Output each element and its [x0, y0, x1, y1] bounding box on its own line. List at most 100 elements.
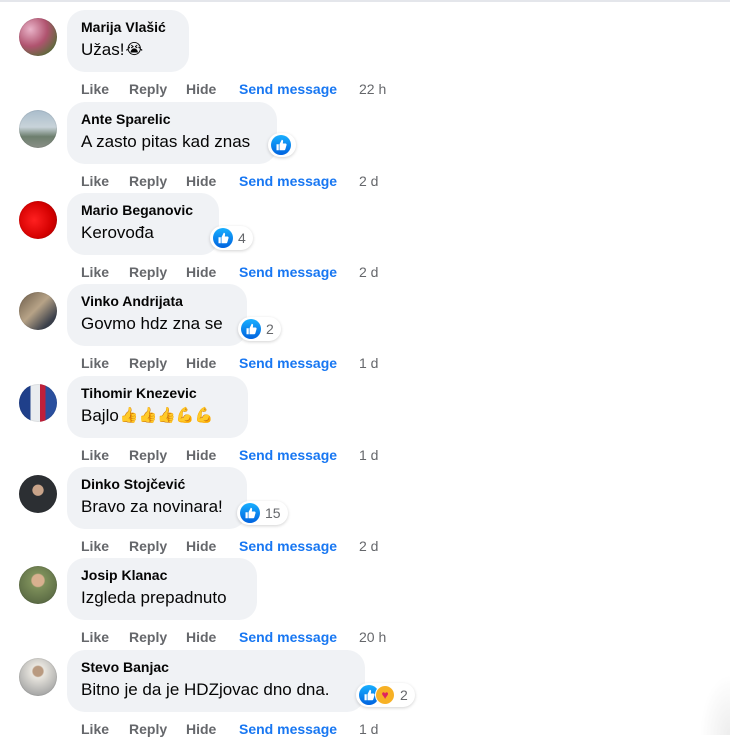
comment-text: Bitno je da je HDZjovac dno dna.	[81, 680, 330, 699]
reaction-count: 2	[400, 687, 408, 703]
comment-text: A zasto pitas kad znas	[81, 132, 251, 151]
comment: Josip Klanac Izgleda prepadnuto Like Rep…	[0, 556, 730, 647]
send-message-button[interactable]: Send message	[239, 629, 359, 645]
care-reaction-icon: ♥	[375, 685, 395, 705]
comment-author[interactable]: Ante Sparelic	[81, 110, 263, 128]
comment-author[interactable]: Mario Beganovic	[81, 201, 205, 219]
avatar[interactable]	[19, 475, 57, 513]
avatar[interactable]	[19, 18, 57, 56]
hide-button[interactable]: Hide	[186, 355, 239, 371]
comment-bubble: Josip Klanac Izgleda prepadnuto	[67, 558, 257, 620]
hide-button[interactable]: Hide	[186, 629, 239, 645]
avatar[interactable]	[19, 110, 57, 148]
reaction-summary[interactable]: 4	[210, 226, 253, 250]
comment-timestamp[interactable]: 2 d	[359, 538, 378, 554]
comment-timestamp[interactable]: 2 d	[359, 264, 378, 280]
comment-timestamp[interactable]: 1 d	[359, 447, 378, 463]
comment-actions: Like Reply Hide Send message 1 d	[81, 447, 378, 463]
like-button[interactable]: Like	[81, 264, 129, 280]
comment-actions: Like Reply Hide Send message 2 d	[81, 173, 378, 189]
avatar[interactable]	[19, 658, 57, 696]
like-button[interactable]: Like	[81, 447, 129, 463]
comment-actions: Like Reply Hide Send message 2 d	[81, 264, 378, 280]
reaction-summary[interactable]: ♥ 2	[356, 683, 415, 707]
comment-bubble: Tihomir Knezevic Bajlo 👍👍👍💪💪	[67, 376, 248, 438]
comment-author[interactable]: Tihomir Knezevic	[81, 384, 234, 402]
like-reaction-icon	[241, 319, 261, 339]
reaction-summary[interactable]: 15	[237, 501, 288, 525]
comment: Tihomir Knezevic Bajlo 👍👍👍💪💪 Like Reply H…	[0, 374, 730, 465]
comment-author[interactable]: Stevo Banjac	[81, 658, 351, 676]
send-message-button[interactable]: Send message	[239, 81, 359, 97]
reply-button[interactable]: Reply	[129, 355, 186, 371]
comment-bubble: Stevo Banjac Bitno je da je HDZjovac dno…	[67, 650, 365, 712]
like-button[interactable]: Like	[81, 629, 129, 645]
comment-timestamp[interactable]: 20 h	[359, 629, 386, 645]
reply-button[interactable]: Reply	[129, 538, 186, 554]
top-divider	[0, 0, 730, 2]
comment-bubble: Marija Vlašić Užas! 😭	[67, 10, 189, 72]
comment: Ante Sparelic A zasto pitas kad znas Lik…	[0, 100, 730, 191]
send-message-button[interactable]: Send message	[239, 538, 359, 554]
comment-actions: Like Reply Hide Send message 22 h	[81, 81, 386, 97]
scroll-shadow	[700, 675, 730, 735]
hide-button[interactable]: Hide	[186, 264, 239, 280]
comment: Vinko Andrijata Govmo hdz zna se 2 Like …	[0, 282, 730, 373]
send-message-button[interactable]: Send message	[239, 173, 359, 189]
avatar[interactable]	[19, 292, 57, 330]
comment-author[interactable]: Marija Vlašić	[81, 18, 175, 36]
comment-text: Izgleda prepadnuto	[81, 588, 227, 607]
comment-bubble: Ante Sparelic A zasto pitas kad znas	[67, 102, 277, 164]
comment-text: Bravo za novinara!	[81, 497, 223, 516]
like-button[interactable]: Like	[81, 81, 129, 97]
avatar[interactable]	[19, 201, 57, 239]
comment-timestamp[interactable]: 1 d	[359, 355, 378, 371]
like-button[interactable]: Like	[81, 355, 129, 371]
avatar[interactable]	[19, 566, 57, 604]
comment-bubble: Vinko Andrijata Govmo hdz zna se	[67, 284, 247, 346]
comment: Marija Vlašić Užas! 😭 Like Reply Hide Sen…	[0, 8, 730, 99]
crying-emoji-icon: 😭	[125, 41, 143, 58]
like-button[interactable]: Like	[81, 538, 129, 554]
comment-timestamp[interactable]: 2 d	[359, 173, 378, 189]
comment-bubble: Mario Beganovic Kerovođa	[67, 193, 219, 255]
reply-button[interactable]: Reply	[129, 264, 186, 280]
comment-text: Bajlo 👍👍👍💪💪	[81, 404, 234, 428]
avatar[interactable]	[19, 384, 57, 422]
reply-button[interactable]: Reply	[129, 81, 186, 97]
reaction-count: 4	[238, 230, 246, 246]
comment-author[interactable]: Dinko Stojčević	[81, 475, 233, 493]
comment-author[interactable]: Vinko Andrijata	[81, 292, 233, 310]
reply-button[interactable]: Reply	[129, 447, 186, 463]
comment: Dinko Stojčević Bravo za novinara! 15 Li…	[0, 465, 730, 556]
send-message-button[interactable]: Send message	[239, 355, 359, 371]
comment: Stevo Banjac Bitno je da je HDZjovac dno…	[0, 648, 730, 739]
reply-button[interactable]: Reply	[129, 173, 186, 189]
hide-button[interactable]: Hide	[186, 173, 239, 189]
thumbs-up-and-muscle-emoji-icon: 👍👍👍💪💪	[119, 407, 214, 424]
comment-actions: Like Reply Hide Send message 20 h	[81, 629, 386, 645]
like-reaction-icon	[240, 503, 260, 523]
comment-actions: Like Reply Hide Send message 1 d	[81, 355, 378, 371]
reaction-count: 15	[265, 505, 281, 521]
reaction-summary[interactable]: 2	[238, 317, 281, 341]
reply-button[interactable]: Reply	[129, 629, 186, 645]
comment-text: Kerovođa	[81, 223, 154, 242]
hide-button[interactable]: Hide	[186, 81, 239, 97]
hide-button[interactable]: Hide	[186, 447, 239, 463]
comment-text: Užas! 😭	[81, 38, 175, 62]
comment-timestamp[interactable]: 22 h	[359, 81, 386, 97]
send-message-button[interactable]: Send message	[239, 264, 359, 280]
comment-text: Govmo hdz zna se	[81, 314, 223, 333]
like-reaction-icon	[271, 135, 291, 155]
like-button[interactable]: Like	[81, 173, 129, 189]
reaction-summary[interactable]	[268, 133, 296, 157]
comment-bubble: Dinko Stojčević Bravo za novinara!	[67, 467, 247, 529]
hide-button[interactable]: Hide	[186, 538, 239, 554]
like-reaction-icon	[213, 228, 233, 248]
comment: Mario Beganovic Kerovođa 4 Like Reply Hi…	[0, 191, 730, 282]
comment-actions: Like Reply Hide Send message 2 d	[81, 538, 378, 554]
comment-text-body: Bajlo	[81, 406, 119, 425]
send-message-button[interactable]: Send message	[239, 447, 359, 463]
comment-author[interactable]: Josip Klanac	[81, 566, 243, 584]
